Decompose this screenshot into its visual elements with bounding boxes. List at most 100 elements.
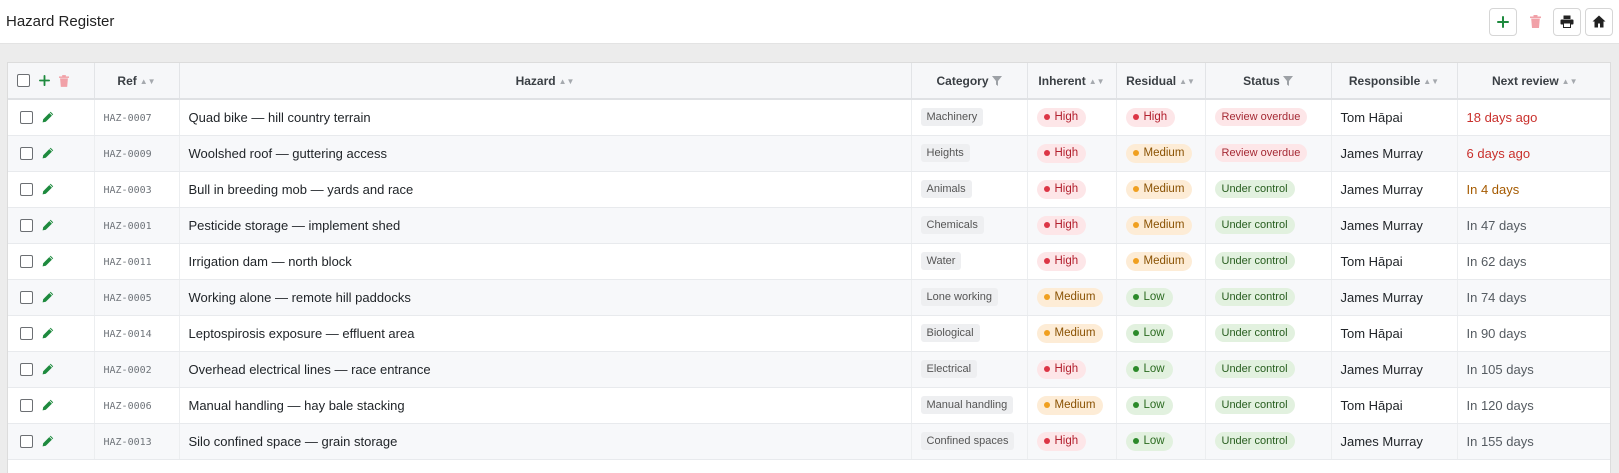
- responsible-cell: James Murray: [1331, 279, 1458, 316]
- residual-risk-label: Low: [1143, 398, 1165, 411]
- row-checkbox[interactable]: [20, 434, 33, 448]
- hazard-ref: HAZ-0006: [103, 401, 152, 412]
- table-row[interactable]: HAZ-0011 Irrigation dam — north block Wate…: [8, 243, 1610, 280]
- table-row[interactable]: HAZ-0003 Bull in breeding mob — yards and…: [8, 171, 1610, 208]
- risk-dot-icon: [1132, 402, 1139, 408]
- row-checkbox[interactable]: [20, 110, 33, 124]
- top-bar: Hazard Register: [0, 0, 1619, 44]
- pencil-icon[interactable]: [42, 255, 54, 267]
- sort-icon: ▲▼: [558, 76, 575, 86]
- next-review-cell: In 74 days: [1457, 279, 1610, 316]
- row-checkbox[interactable]: [20, 290, 33, 304]
- hazard-title[interactable]: Manual handling — hay bale stacking: [189, 398, 405, 413]
- pencil-icon[interactable]: [42, 183, 54, 195]
- column-header-next-review[interactable]: Next review ▲▼: [1457, 63, 1610, 100]
- top-actions: [1489, 7, 1613, 36]
- hazard-title[interactable]: Pesticide storage — implement shed: [189, 218, 401, 233]
- status-badge: Under control: [1214, 180, 1295, 198]
- category-tag: Confined spaces: [920, 432, 1015, 450]
- pencil-icon[interactable]: [42, 111, 54, 123]
- pencil-icon[interactable]: [42, 399, 54, 411]
- column-header-hazard[interactable]: Hazard ▲▼: [179, 63, 912, 100]
- residual-risk-badge: Low: [1125, 323, 1173, 343]
- inherent-risk-label: High: [1054, 362, 1079, 375]
- trash-icon[interactable]: [59, 74, 69, 87]
- residual-risk-badge: Low: [1125, 359, 1173, 379]
- hazard-title[interactable]: Quad bike — hill country terrain: [189, 110, 371, 125]
- hazard-cell: Working alone — remote hill paddocks: [179, 279, 912, 316]
- hazard-title[interactable]: Silo confined space — grain storage: [189, 434, 398, 449]
- responsible-person: James Murray: [1340, 289, 1423, 305]
- pencil-icon[interactable]: [42, 219, 54, 231]
- row-checkbox[interactable]: [20, 362, 33, 376]
- hazard-title[interactable]: Leptospirosis exposure — effluent area: [189, 326, 415, 341]
- inherent-cell: High: [1027, 171, 1117, 208]
- residual-risk-label: Medium: [1143, 218, 1185, 231]
- row-select-cell: [8, 171, 95, 208]
- row-select-cell: [8, 99, 95, 136]
- ref-cell: HAZ-0001: [94, 207, 180, 244]
- pencil-icon[interactable]: [42, 291, 54, 303]
- row-checkbox[interactable]: [20, 218, 33, 232]
- row-checkbox[interactable]: [20, 398, 33, 412]
- table-row[interactable]: HAZ-0014 Leptospirosis exposure — effluen…: [8, 315, 1610, 352]
- filter-icon[interactable]: [991, 76, 1002, 87]
- filter-icon[interactable]: [1282, 76, 1293, 87]
- hazard-title[interactable]: Bull in breeding mob — yards and race: [189, 182, 414, 197]
- ref-cell: HAZ-0003: [94, 171, 180, 208]
- hazard-ref: HAZ-0007: [103, 113, 152, 125]
- column-label: Inherent: [1038, 73, 1086, 88]
- add-hazard-button[interactable]: [1489, 7, 1517, 36]
- row-checkbox[interactable]: [20, 146, 33, 160]
- hazard-title[interactable]: Woolshed roof — guttering access: [189, 146, 387, 161]
- table-row[interactable]: HAZ-0013 Silo confined space — grain stor…: [8, 423, 1610, 460]
- hazard-title[interactable]: Overhead electrical lines — race entranc…: [189, 362, 431, 377]
- column-label: Hazard: [515, 73, 556, 88]
- pencil-icon[interactable]: [42, 327, 54, 339]
- responsible-person: Tom Hāpai: [1340, 253, 1403, 269]
- column-header-status[interactable]: Status: [1205, 63, 1332, 100]
- sort-icon: ▲▼: [1561, 76, 1578, 86]
- row-checkbox[interactable]: [20, 254, 33, 268]
- hazard-title[interactable]: Irrigation dam — north block: [189, 254, 352, 269]
- plus-icon[interactable]: [39, 75, 50, 86]
- table-row[interactable]: HAZ-0007 Quad bike — hill country terrain…: [8, 99, 1610, 136]
- pencil-icon[interactable]: [42, 435, 54, 447]
- status-badge: Under control: [1214, 396, 1295, 414]
- hazard-cell: Overhead electrical lines — race entranc…: [179, 351, 912, 388]
- inherent-cell: High: [1027, 351, 1117, 388]
- residual-cell: Low: [1116, 279, 1206, 316]
- table-row[interactable]: HAZ-0002 Overhead electrical lines — race…: [8, 351, 1610, 388]
- residual-cell: Low: [1116, 423, 1206, 460]
- table-row[interactable]: HAZ-0006 Manual handling — hay bale stack…: [8, 387, 1610, 424]
- column-header-category[interactable]: Category: [911, 63, 1028, 100]
- hazard-ref: HAZ-0011: [103, 257, 152, 268]
- risk-dot-icon: [1043, 186, 1050, 192]
- residual-risk-label: High: [1143, 110, 1168, 123]
- table-row[interactable]: HAZ-0009 Woolshed roof — guttering access…: [8, 135, 1610, 172]
- column-header-inherent[interactable]: Inherent ▲▼: [1027, 63, 1117, 100]
- residual-cell: High: [1116, 99, 1206, 136]
- next-review-date: 6 days ago: [1466, 145, 1531, 161]
- residual-risk-badge: Medium: [1125, 215, 1193, 235]
- hazard-title[interactable]: Working alone — remote hill paddocks: [189, 290, 411, 305]
- column-header-ref[interactable]: Ref ▲▼: [94, 63, 180, 100]
- residual-risk-badge: High: [1125, 107, 1176, 127]
- table-row[interactable]: HAZ-0005 Working alone — remote hill padd…: [8, 279, 1610, 316]
- column-header-residual[interactable]: Residual ▲▼: [1116, 63, 1206, 100]
- home-button[interactable]: [1585, 7, 1613, 36]
- residual-risk-label: Medium: [1143, 254, 1185, 267]
- pencil-icon[interactable]: [42, 363, 54, 375]
- table-row[interactable]: HAZ-0001 Pesticide storage — implement sh…: [8, 207, 1610, 244]
- ref-cell: HAZ-0011: [94, 243, 180, 280]
- print-button[interactable]: [1553, 7, 1581, 36]
- row-checkbox[interactable]: [20, 326, 33, 340]
- status-badge: Under control: [1214, 216, 1295, 234]
- select-all-checkbox[interactable]: [17, 74, 30, 87]
- delete-hazard-button[interactable]: [1521, 7, 1549, 36]
- row-select-cell: [8, 135, 95, 172]
- row-checkbox[interactable]: [20, 182, 33, 196]
- status-cell: Under control: [1205, 279, 1332, 316]
- pencil-icon[interactable]: [42, 147, 54, 159]
- column-header-responsible[interactable]: Responsible ▲▼: [1331, 63, 1458, 100]
